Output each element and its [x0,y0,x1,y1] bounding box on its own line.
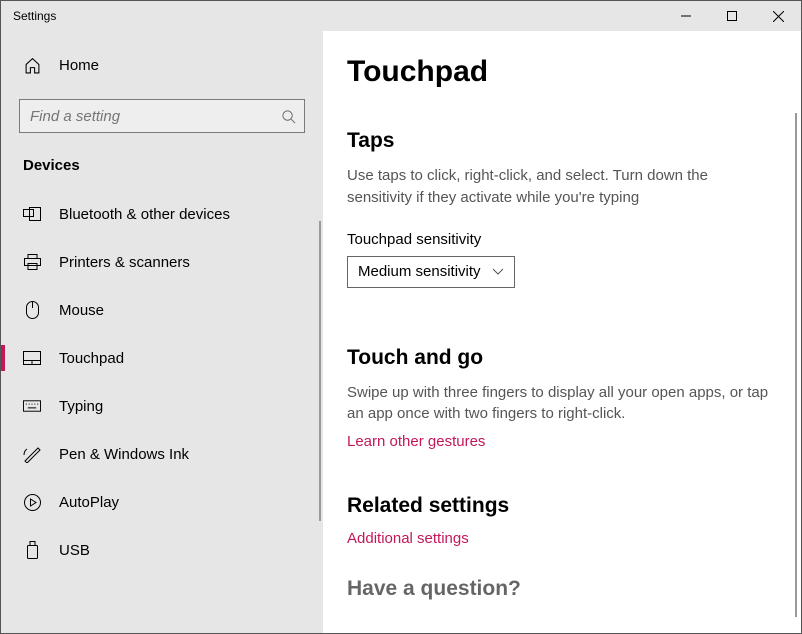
learn-gestures-link[interactable]: Learn other gestures [347,433,485,450]
sidebar-item-bluetooth[interactable]: Bluetooth & other devices [1,190,323,238]
sidebar-item-mouse[interactable]: Mouse [1,286,323,334]
close-button[interactable] [755,1,801,31]
sidebar-item-label: USB [59,542,90,559]
printer-icon [23,253,41,271]
titlebar: Settings [1,1,801,31]
search-box[interactable] [19,99,305,133]
category-heading: Devices [1,151,323,190]
pen-icon [23,445,41,463]
sensitivity-label: Touchpad sensitivity [347,231,791,248]
chevron-down-icon [492,268,504,276]
close-icon [773,11,784,22]
sidebar: Home Devices Bluetooth & other devices [1,31,323,633]
usb-icon [23,541,41,559]
taps-description: Use taps to click, right-click, and sele… [347,165,777,209]
sensitivity-dropdown[interactable]: Medium sensitivity [347,256,515,288]
minimize-button[interactable] [663,1,709,31]
content-pane: Touchpad Taps Use taps to click, right-c… [323,31,801,633]
settings-window: Settings Home [1,1,801,633]
page-title: Touchpad [347,55,791,89]
sidebar-item-label: Bluetooth & other devices [59,206,230,223]
additional-settings-link[interactable]: Additional settings [347,530,469,547]
sidebar-item-label: Touchpad [59,350,124,367]
sidebar-item-label: AutoPlay [59,494,119,511]
sidebar-item-pen[interactable]: Pen & Windows Ink [1,430,323,478]
maximize-button[interactable] [709,1,755,31]
window-body: Home Devices Bluetooth & other devices [1,31,801,633]
touch-and-go-section: Touch and go Swipe up with three fingers… [347,346,791,451]
autoplay-icon [23,493,41,511]
minimize-icon [681,11,691,21]
window-title: Settings [1,9,56,23]
sidebar-item-label: Pen & Windows Ink [59,446,189,463]
home-icon [23,56,41,74]
sidebar-item-label: Printers & scanners [59,254,190,271]
sidebar-item-touchpad[interactable]: Touchpad [1,334,323,382]
sidebar-item-printers[interactable]: Printers & scanners [1,238,323,286]
sidebar-item-autoplay[interactable]: AutoPlay [1,478,323,526]
touchpad-icon [23,349,41,367]
content-scrollbar[interactable] [795,113,797,617]
related-settings-section: Related settings Additional settings [347,494,791,547]
sidebar-item-label: Typing [59,398,103,415]
bluetooth-devices-icon [23,205,41,223]
maximize-icon [727,11,737,21]
home-label: Home [59,57,99,74]
mouse-icon [23,301,41,319]
nav-list: Bluetooth & other devices Printers & sca… [1,190,323,574]
question-heading: Have a question? [347,577,791,601]
sidebar-item-label: Mouse [59,302,104,319]
sidebar-item-typing[interactable]: Typing [1,382,323,430]
taps-heading: Taps [347,129,791,153]
related-heading: Related settings [347,494,791,518]
search-icon [281,109,296,124]
search-input[interactable] [30,108,281,125]
touch-and-go-description: Swipe up with three fingers to display a… [347,382,777,426]
touch-and-go-heading: Touch and go [347,346,791,370]
home-nav[interactable]: Home [1,43,323,87]
taps-section: Taps Use taps to click, right-click, and… [347,129,791,288]
sensitivity-value: Medium sensitivity [358,263,481,280]
keyboard-icon [23,397,41,415]
sidebar-scrollbar[interactable] [319,221,321,521]
sidebar-item-usb[interactable]: USB [1,526,323,574]
